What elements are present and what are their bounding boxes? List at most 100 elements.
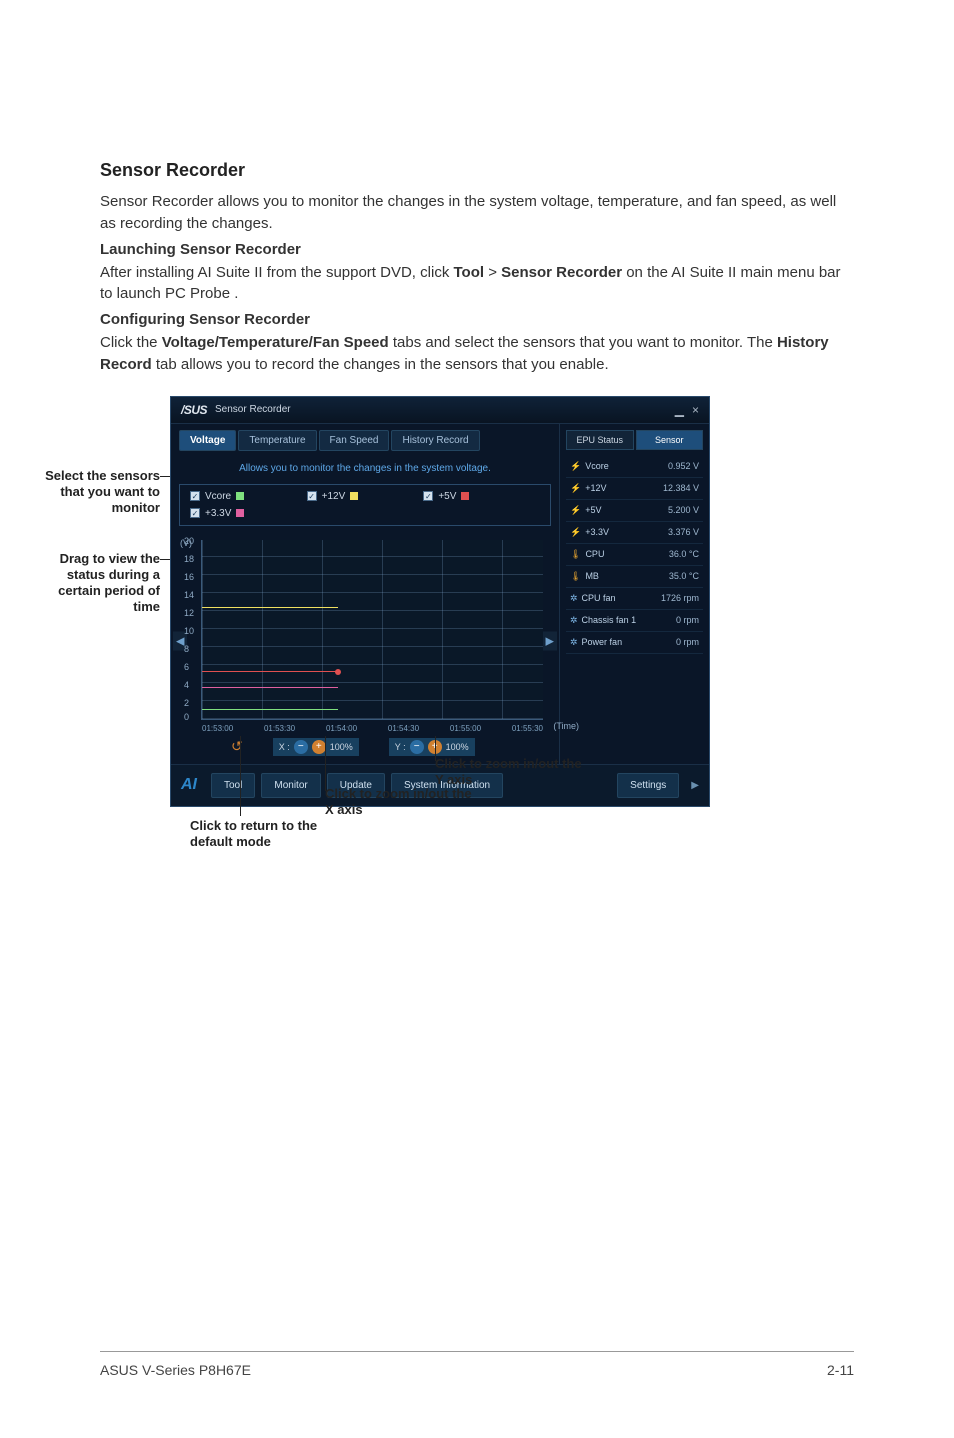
- x-ticks: 01:53:00 01:53:30 01:54:00 01:54:30 01:5…: [202, 724, 543, 733]
- config-heading: Configuring Sensor Recorder: [100, 311, 854, 328]
- legend-5v[interactable]: ✓ +5V: [423, 491, 540, 502]
- legend-vcore[interactable]: ✓ Vcore: [190, 491, 307, 502]
- y-tick: 2: [184, 698, 189, 708]
- checkbox-icon[interactable]: ✓: [423, 491, 433, 501]
- chart-nav-right-icon[interactable]: ▶: [543, 631, 557, 650]
- x-tick: 01:55:30: [512, 724, 543, 733]
- bottom-tool-button[interactable]: Tool: [211, 773, 255, 798]
- sensor-value: 0 rpm: [676, 637, 699, 647]
- close-icon[interactable]: ×: [692, 403, 699, 417]
- zoom-x-group: X : − + 100%: [273, 738, 359, 756]
- sensor-row-vcore: ⚡ Vcore 0.952 V: [566, 456, 703, 478]
- ai-logo-icon: AI: [181, 776, 197, 794]
- connector-line: [325, 736, 326, 791]
- bottom-settings-button[interactable]: Settings: [617, 773, 679, 798]
- sensor-value: 12.384 V: [663, 483, 699, 493]
- zoom-y-group: Y : − + 100%: [389, 738, 475, 756]
- zoom-y-out-icon[interactable]: −: [410, 740, 424, 754]
- tab-temperature[interactable]: Temperature: [238, 430, 316, 451]
- config-post: tab allows you to record the changes in …: [152, 356, 609, 373]
- sensor-value: 0.952 V: [668, 461, 699, 471]
- x-tick: 01:53:00: [202, 724, 233, 733]
- tab-epu-status[interactable]: EPU Status: [566, 430, 634, 450]
- callout-drag-view-text: Drag to view the status during a certain…: [58, 551, 160, 615]
- sensor-value: 1726 rpm: [661, 593, 699, 603]
- sensor-row-12v: ⚡+12V12.384 V: [566, 478, 703, 500]
- bottom-monitor-button[interactable]: Monitor: [261, 773, 320, 798]
- x-tick: 01:55:00: [450, 724, 481, 733]
- zoom-x-label: X :: [279, 742, 290, 752]
- legend-label: +3.3V: [205, 508, 231, 519]
- right-tabs: EPU Status Sensor: [566, 430, 703, 450]
- bolt-icon: ⚡: [570, 461, 581, 472]
- launch-text: After installing AI Suite II from the su…: [100, 262, 854, 306]
- y-tick: 14: [184, 590, 194, 600]
- zoom-x-out-icon[interactable]: −: [294, 740, 308, 754]
- sensor-name: CPU: [585, 549, 604, 559]
- y-tick: 12: [184, 608, 194, 618]
- sensor-name: Chassis fan 1: [582, 615, 637, 625]
- config-pre: Click the: [100, 334, 162, 351]
- legend-label: +5V: [438, 491, 456, 502]
- fan-icon: ✲: [570, 637, 578, 648]
- data-point-icon: [335, 669, 341, 675]
- voltage-chart[interactable]: (V) (Time) 20 18 16 14 12 10 8 6 4 2: [201, 540, 543, 720]
- y-tick: 4: [184, 680, 189, 690]
- sensor-value: 3.376 V: [668, 527, 699, 537]
- sensor-value: 0 rpm: [676, 615, 699, 625]
- y-tick: 20: [184, 536, 194, 546]
- tab-fan-speed[interactable]: Fan Speed: [319, 430, 390, 451]
- sensor-value: 5.200 V: [668, 505, 699, 515]
- sensor-name: CPU fan: [582, 593, 616, 603]
- zoom-y-pct: 100%: [446, 742, 469, 752]
- window-title: Sensor Recorder: [215, 404, 291, 415]
- launch-click: click: [420, 264, 449, 281]
- sensor-row-5v: ⚡+5V5.200 V: [566, 500, 703, 522]
- swatch-icon: [461, 492, 469, 500]
- expand-right-icon[interactable]: ▶: [691, 780, 699, 791]
- tab-voltage[interactable]: Voltage: [179, 430, 236, 451]
- callout-zoom-y: Click to zoom in/out the Y axis: [435, 756, 585, 789]
- launch-pre: After installing AI Suite II from the su…: [100, 264, 420, 281]
- sensor-name: +12V: [585, 483, 606, 493]
- legend-3v3[interactable]: ✓ +3.3V: [190, 508, 307, 519]
- series-vcore: [202, 709, 338, 710]
- launch-tool: Tool: [454, 264, 485, 281]
- checkbox-icon[interactable]: ✓: [307, 491, 317, 501]
- legend-12v[interactable]: ✓ +12V: [307, 491, 424, 502]
- sensor-value: 36.0 °C: [669, 549, 699, 559]
- y-tick: 6: [184, 662, 189, 672]
- checkbox-icon[interactable]: ✓: [190, 508, 200, 518]
- minimize-icon[interactable]: ▁: [675, 403, 684, 417]
- connector-line: [240, 736, 241, 816]
- asus-logo: /SUS: [181, 403, 207, 417]
- swatch-icon: [236, 492, 244, 500]
- sensor-name: MB: [585, 571, 599, 581]
- zoom-controls: ↺ X : − + 100% Y : − + 100%: [201, 738, 543, 756]
- config-tabs-bold: Voltage/Temperature/Fan Speed: [162, 334, 389, 351]
- callout-select-sensors: Select the sensors that you want to moni…: [40, 468, 160, 517]
- sensor-list: ⚡Vcore0.952 V ⚡+12V12.384 V ⚡+5V5.200 V …: [566, 456, 703, 654]
- y-tick: 8: [184, 644, 189, 654]
- tab-sensor[interactable]: Sensor: [636, 430, 704, 450]
- legend-label: Vcore: [205, 491, 231, 502]
- intro-text: Sensor Recorder allows you to monitor th…: [100, 191, 854, 235]
- config-text: Click the Voltage/Temperature/Fan Speed …: [100, 332, 854, 376]
- right-panel: EPU Status Sensor ⚡ Vcore 0.952 V ⚡ +12V 12.…: [559, 424, 709, 764]
- zoom-y-label: Y :: [395, 742, 406, 752]
- series-5v: [202, 671, 338, 672]
- sensor-row-chassis-fan: ✲Chassis fan 10 rpm: [566, 610, 703, 632]
- section-title: Sensor Recorder: [100, 160, 854, 181]
- tab-history-record[interactable]: History Record: [391, 430, 479, 451]
- sensor-name: Power fan: [582, 637, 623, 647]
- series-3v3: [202, 687, 338, 688]
- sensor-name: Vcore: [585, 461, 609, 471]
- y-tick: 16: [184, 572, 194, 582]
- checkbox-icon[interactable]: ✓: [190, 491, 200, 501]
- sensor-name: +3.3V: [585, 527, 609, 537]
- swatch-icon: [236, 509, 244, 517]
- y-tick: 10: [184, 626, 194, 636]
- zoom-x-in-icon[interactable]: +: [312, 740, 326, 754]
- x-axis-label: (Time): [553, 721, 579, 731]
- bolt-icon: ⚡: [570, 527, 581, 538]
